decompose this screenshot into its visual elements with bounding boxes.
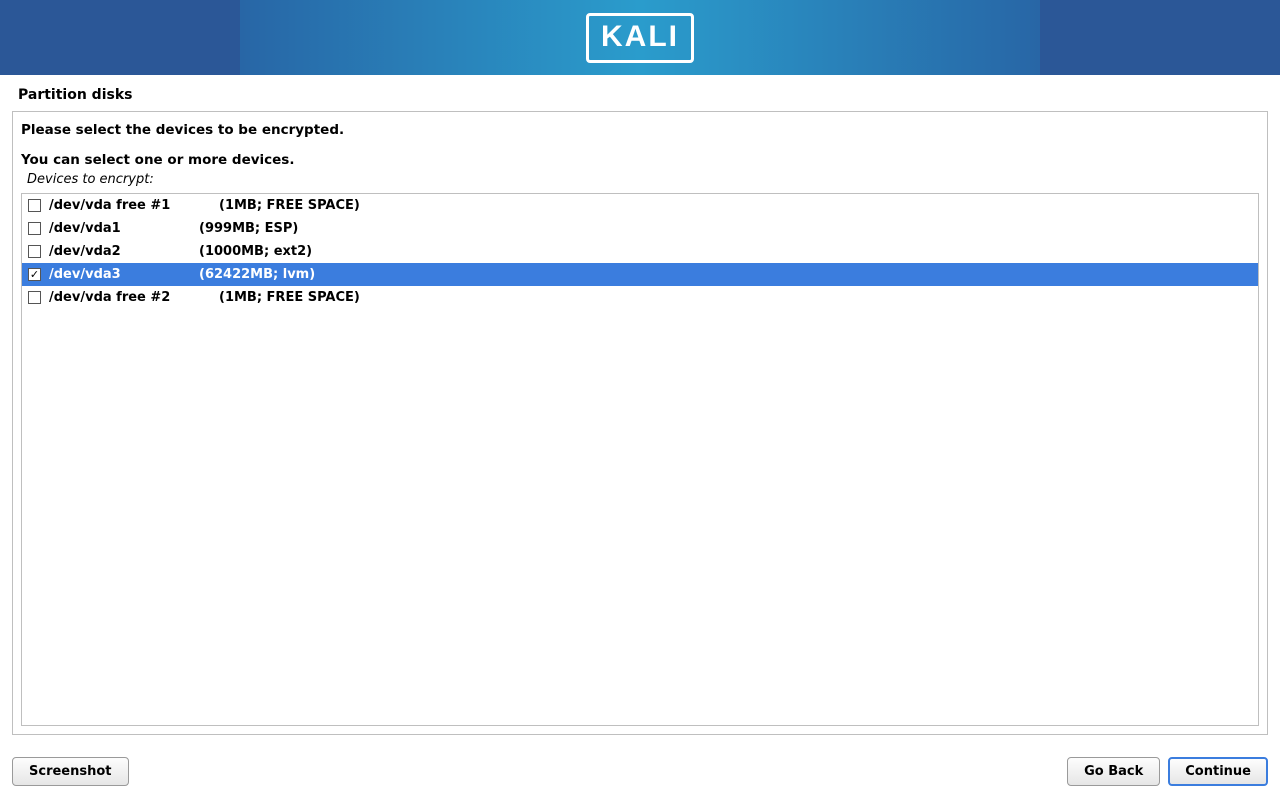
header-banner: KALI: [0, 0, 1280, 75]
device-name: /dev/vda3: [49, 267, 199, 282]
device-row[interactable]: /dev/vda1(999MB; ESP): [22, 217, 1258, 240]
button-bar: Screenshot Go Back Continue: [0, 745, 1280, 800]
device-name: /dev/vda1: [49, 221, 199, 236]
device-row[interactable]: /dev/vda2(1000MB; ext2): [22, 240, 1258, 263]
device-info: (999MB; ESP): [199, 221, 298, 236]
main-panel: Please select the devices to be encrypte…: [12, 111, 1268, 735]
device-checkbox[interactable]: [28, 268, 41, 281]
device-row[interactable]: /dev/vda free #2(1MB; FREE SPACE): [22, 286, 1258, 309]
device-info: (1MB; FREE SPACE): [219, 290, 360, 305]
brand-text: KALI: [601, 20, 679, 53]
instruction-primary: Please select the devices to be encrypte…: [21, 122, 1259, 138]
list-label: Devices to encrypt:: [27, 172, 1259, 187]
device-row[interactable]: /dev/vda free #1(1MB; FREE SPACE): [22, 194, 1258, 217]
device-info: (62422MB; lvm): [199, 267, 315, 282]
device-name: /dev/vda free #2: [49, 290, 219, 305]
device-checkbox[interactable]: [28, 222, 41, 235]
continue-button[interactable]: Continue: [1168, 757, 1268, 786]
screenshot-button[interactable]: Screenshot: [12, 757, 129, 786]
device-row[interactable]: /dev/vda3(62422MB; lvm): [22, 263, 1258, 286]
go-back-button[interactable]: Go Back: [1067, 757, 1160, 786]
instruction-secondary: You can select one or more devices.: [21, 152, 1259, 168]
right-button-group: Go Back Continue: [1067, 757, 1268, 786]
kali-logo: KALI: [586, 13, 694, 63]
device-checkbox[interactable]: [28, 291, 41, 304]
device-checkbox[interactable]: [28, 199, 41, 212]
device-name: /dev/vda2: [49, 244, 199, 259]
content-area: Please select the devices to be encrypte…: [0, 111, 1280, 745]
banner-center: KALI: [240, 0, 1040, 75]
device-list[interactable]: /dev/vda free #1(1MB; FREE SPACE)/dev/vd…: [21, 193, 1259, 726]
device-info: (1000MB; ext2): [199, 244, 312, 259]
device-name: /dev/vda free #1: [49, 198, 219, 213]
page-title: Partition disks: [0, 75, 1280, 111]
device-info: (1MB; FREE SPACE): [219, 198, 360, 213]
device-checkbox[interactable]: [28, 245, 41, 258]
